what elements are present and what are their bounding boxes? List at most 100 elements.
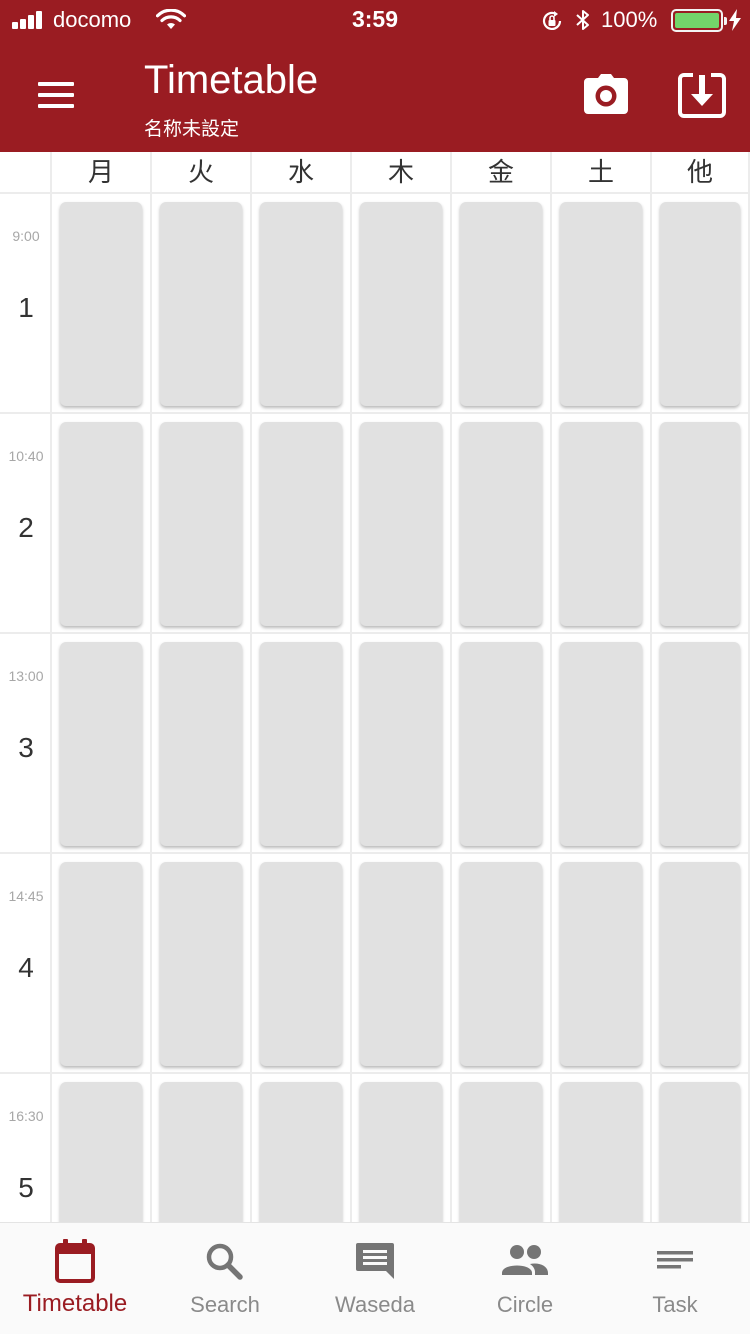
class-card[interactable] [460, 642, 542, 846]
timetable-slot [552, 634, 652, 854]
tab-waseda[interactable]: Waseda [300, 1223, 450, 1334]
timetable-slot [352, 194, 452, 414]
search-icon [205, 1239, 245, 1283]
period-start-time: 14:45 [8, 888, 44, 904]
period-start-time: 16:30 [8, 1108, 44, 1124]
timetable-slot [52, 414, 152, 634]
timetable-slot [252, 194, 352, 414]
class-card[interactable] [360, 202, 442, 406]
timetable-slot [652, 414, 750, 634]
timetable-slot [452, 1074, 552, 1222]
class-card[interactable] [660, 642, 740, 846]
timetable-slot [152, 634, 252, 854]
timetable-slot [452, 634, 552, 854]
class-card[interactable] [560, 862, 642, 1066]
timetable-slot [52, 854, 152, 1074]
class-card[interactable] [560, 202, 642, 406]
people-icon [502, 1239, 548, 1283]
class-card[interactable] [260, 202, 342, 406]
class-card[interactable] [560, 422, 642, 626]
class-card[interactable] [560, 642, 642, 846]
class-card[interactable] [60, 202, 142, 406]
timetable-slot [52, 194, 152, 414]
day-header: 火 [152, 152, 252, 194]
class-card[interactable] [360, 1082, 442, 1222]
class-card[interactable] [460, 202, 542, 406]
day-header: 木 [352, 152, 452, 194]
timetable-slot [552, 854, 652, 1074]
timetable-name: 名称未設定 [144, 118, 240, 140]
status-bar: docomo 3:59 100% [0, 0, 750, 40]
timetable-slot [152, 1074, 252, 1222]
timetable-slot [652, 1074, 750, 1222]
class-card[interactable] [460, 1082, 542, 1222]
timetable-slot [152, 414, 252, 634]
period-label: 16:30 5 [0, 1074, 52, 1222]
class-card[interactable] [160, 1082, 242, 1222]
bottom-navigation: Timetable Search Waseda Circle Task [0, 1222, 750, 1334]
grid-corner [0, 152, 52, 194]
period-label: 13:00 3 [0, 634, 52, 854]
tab-timetable[interactable]: Timetable [0, 1223, 150, 1334]
class-card[interactable] [160, 642, 242, 846]
timetable-slot [52, 1074, 152, 1222]
class-card[interactable] [260, 422, 342, 626]
timetable-grid: 月火水木金土他 9:00 1 10:40 2 13:00 3 14:45 4 16:30 5 [0, 152, 750, 1222]
class-card[interactable] [660, 202, 740, 406]
class-card[interactable] [160, 862, 242, 1066]
period-number: 3 [18, 732, 34, 763]
class-card[interactable] [460, 422, 542, 626]
period-number: 4 [18, 952, 34, 983]
period-start-time: 10:40 [8, 448, 44, 464]
class-card[interactable] [60, 1082, 142, 1222]
notes-icon [655, 1239, 695, 1283]
period-start-time: 9:00 [12, 228, 40, 244]
timetable-slot [252, 634, 352, 854]
period-label: 10:40 2 [0, 414, 52, 634]
calendar-icon [55, 1239, 95, 1283]
class-card[interactable] [360, 862, 442, 1066]
tab-label: Task [652, 1292, 698, 1317]
timetable-slot [552, 414, 652, 634]
class-card[interactable] [660, 1082, 740, 1222]
camera-icon[interactable] [584, 74, 628, 114]
period-number: 5 [18, 1172, 34, 1203]
timetable-slot [452, 194, 552, 414]
class-card[interactable] [360, 642, 442, 846]
class-card[interactable] [360, 422, 442, 626]
class-card[interactable] [60, 422, 142, 626]
timetable-slot [152, 854, 252, 1074]
class-card[interactable] [260, 862, 342, 1066]
rotation-lock-icon [542, 11, 562, 30]
download-icon[interactable] [678, 72, 726, 118]
period-label: 14:45 4 [0, 854, 52, 1074]
charging-icon [729, 9, 741, 31]
timetable-slot [652, 634, 750, 854]
period-number: 1 [18, 292, 34, 323]
tab-label: Search [190, 1292, 260, 1317]
page-title: Timetable [144, 58, 319, 102]
class-card[interactable] [60, 862, 142, 1066]
class-card[interactable] [660, 422, 740, 626]
class-card[interactable] [260, 1082, 342, 1222]
timetable-slot [352, 854, 452, 1074]
day-header: 他 [652, 152, 750, 194]
hamburger-menu-icon[interactable] [36, 82, 76, 110]
tab-task[interactable]: Task [600, 1223, 750, 1334]
tab-search[interactable]: Search [150, 1223, 300, 1334]
timetable-slot [552, 1074, 652, 1222]
class-card[interactable] [460, 862, 542, 1066]
day-header: 月 [52, 152, 152, 194]
class-card[interactable] [160, 202, 242, 406]
class-card[interactable] [260, 642, 342, 846]
class-card[interactable] [660, 862, 740, 1066]
tab-label: Circle [496, 1292, 554, 1317]
chat-icon [355, 1239, 395, 1283]
timetable-slot [252, 854, 352, 1074]
timetable-slot [652, 854, 750, 1074]
class-card[interactable] [60, 642, 142, 846]
tab-circle[interactable]: Circle [450, 1223, 600, 1334]
class-card[interactable] [160, 422, 242, 626]
day-header: 土 [552, 152, 652, 194]
class-card[interactable] [560, 1082, 642, 1222]
